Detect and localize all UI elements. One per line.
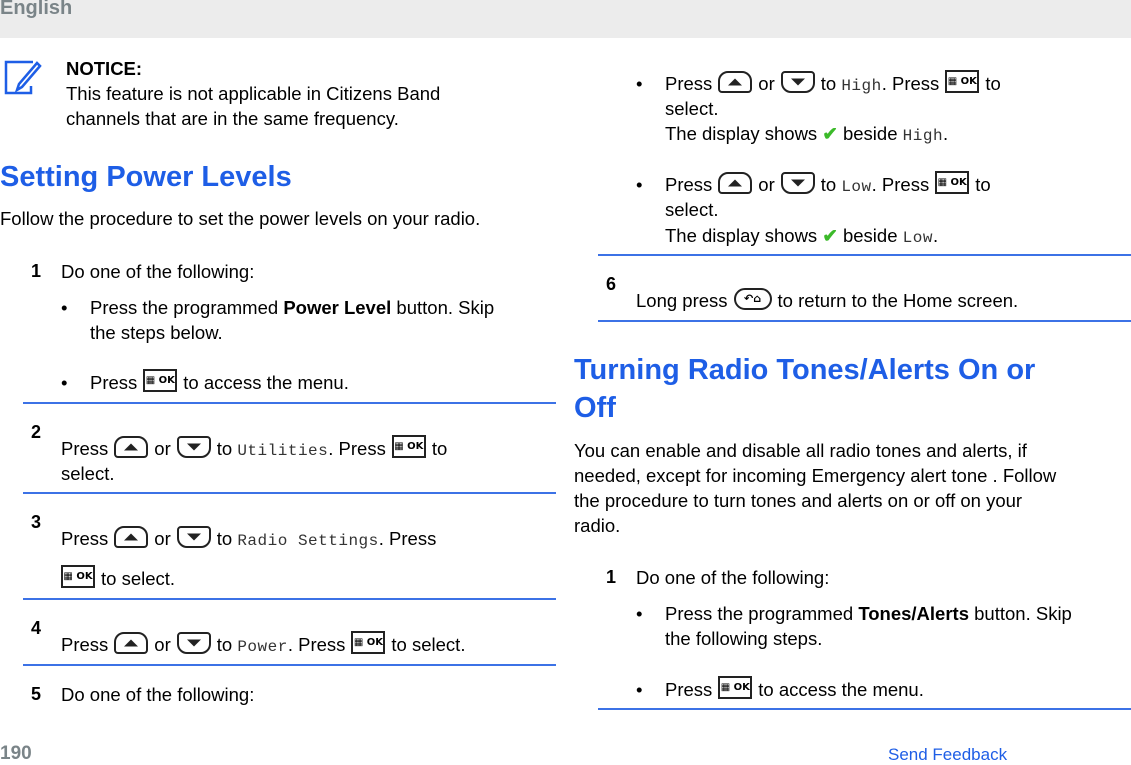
bullet-text: Press the programmed Power Level button.… bbox=[90, 297, 495, 318]
down-arrow-icon bbox=[176, 526, 211, 549]
bullet-text-line2: the following steps. bbox=[665, 628, 823, 649]
step-text: Do one of the following: bbox=[636, 567, 830, 588]
power-level-button-name: Power Level bbox=[283, 297, 392, 318]
high-text: Press or to High. Press ▦ OK to bbox=[665, 69, 1001, 97]
up-arrow-icon bbox=[718, 172, 753, 195]
tones-intro-line2: needed, except for incoming Emergency al… bbox=[574, 465, 1057, 486]
step-number: 5 bbox=[31, 684, 42, 704]
header-bar: English bbox=[0, 0, 1131, 38]
section-title-tones-alerts: Turning Radio Tones/Alerts On or bbox=[574, 354, 1036, 386]
back-home-icon: ↶⌂ bbox=[733, 288, 772, 311]
bullet-text: Press ▦ OK to access the menu. bbox=[665, 675, 924, 703]
section-title-power-levels: Setting Power Levels bbox=[0, 161, 292, 193]
step-number: 3 bbox=[31, 512, 42, 532]
language-label: English bbox=[0, 0, 73, 19]
bullet: • bbox=[636, 679, 643, 700]
step-number: 6 bbox=[606, 274, 617, 294]
step-text: Press or to Utilities. Press ▦ OK to bbox=[61, 434, 447, 462]
step-number: 1 bbox=[606, 567, 617, 587]
menu-target: Power bbox=[237, 638, 288, 656]
up-arrow-icon bbox=[114, 436, 149, 459]
tones-intro-line1: You can enable and disable all radio ton… bbox=[574, 440, 1027, 461]
notice-pencil-icon bbox=[4, 60, 42, 95]
bullet: • bbox=[61, 372, 68, 393]
bullet-text-line2: the steps below. bbox=[90, 322, 223, 343]
power-intro: Follow the procedure to set the power le… bbox=[0, 208, 481, 229]
step-text: Do one of the following: bbox=[61, 261, 255, 282]
down-arrow-icon bbox=[176, 436, 211, 459]
high-text-line2: select. bbox=[665, 98, 719, 119]
ok-menu-icon: ▦ OK bbox=[718, 675, 753, 699]
up-arrow-icon bbox=[114, 632, 149, 655]
ok-menu-icon: ▦ OK bbox=[61, 564, 95, 588]
menu-target: Utilities bbox=[237, 442, 329, 460]
low-text: Press or to Low. Press ▦ OK to bbox=[665, 170, 991, 198]
tones-intro-line4: radio. bbox=[574, 515, 621, 536]
up-arrow-icon bbox=[114, 526, 149, 549]
checkmark-icon: ✔ bbox=[822, 123, 838, 144]
step-number: 1 bbox=[31, 261, 42, 281]
ok-menu-icon: ▦ OK bbox=[391, 434, 426, 458]
tones-alerts-button-name: Tones/Alerts bbox=[858, 603, 969, 624]
tones-intro-line3: the procedure to turn tones and alerts o… bbox=[574, 490, 1023, 511]
menu-target: Radio Settings bbox=[237, 532, 379, 550]
menu-target: High bbox=[841, 77, 882, 95]
down-arrow-icon bbox=[780, 172, 815, 195]
step-text: Long press ↶⌂ to return to the Home screen… bbox=[636, 288, 1019, 311]
divider bbox=[598, 708, 1131, 710]
down-arrow-icon bbox=[176, 632, 211, 655]
ok-menu-icon: ▦ OK bbox=[935, 170, 970, 194]
bullet: • bbox=[636, 603, 643, 624]
bullet: • bbox=[61, 297, 68, 318]
notice-text-line1: This feature is not applicable in Citize… bbox=[66, 83, 441, 104]
up-arrow-icon bbox=[718, 71, 753, 94]
notice-label: NOTICE: bbox=[66, 58, 143, 79]
ok-menu-icon: ▦ OK bbox=[945, 69, 980, 93]
low-display: The display shows ✔ beside Low. bbox=[665, 225, 939, 247]
divider bbox=[23, 664, 556, 666]
step-text-line2: ▦ OK to select. bbox=[55, 564, 175, 592]
divider bbox=[598, 320, 1131, 322]
bullet-text: Press the programmed Tones/Alerts button… bbox=[665, 603, 1072, 624]
step-text: Press or to Power. Press ▦ OK to select. bbox=[61, 630, 465, 658]
bullet-text: Press ▦ OK to access the menu. bbox=[90, 368, 349, 396]
bullet: • bbox=[636, 73, 643, 94]
ok-menu-icon: ▦ OK bbox=[351, 630, 386, 654]
section-title-tones-alerts-line2: Off bbox=[574, 392, 616, 424]
high-display: The display shows ✔ beside High. bbox=[665, 123, 949, 145]
low-text-line2: select. bbox=[665, 199, 719, 220]
step-text: Press or to Radio Settings. Press bbox=[61, 526, 437, 550]
divider bbox=[23, 402, 556, 404]
bullet: • bbox=[636, 174, 643, 195]
step-number: 2 bbox=[31, 422, 42, 442]
notice-text-line2: channels that are in the same frequency. bbox=[66, 108, 399, 129]
menu-target: Low bbox=[841, 178, 872, 196]
down-arrow-icon bbox=[780, 71, 815, 94]
divider bbox=[23, 492, 556, 494]
step-text-line2: select. bbox=[61, 463, 115, 484]
step-text: Do one of the following: bbox=[61, 684, 255, 705]
send-feedback-link[interactable]: Send Feedback bbox=[888, 745, 1007, 765]
divider bbox=[598, 254, 1131, 256]
divider bbox=[23, 598, 556, 600]
step-number: 4 bbox=[31, 618, 42, 638]
checkmark-icon: ✔ bbox=[822, 225, 838, 246]
ok-menu-icon: ▦ OK bbox=[143, 368, 178, 392]
